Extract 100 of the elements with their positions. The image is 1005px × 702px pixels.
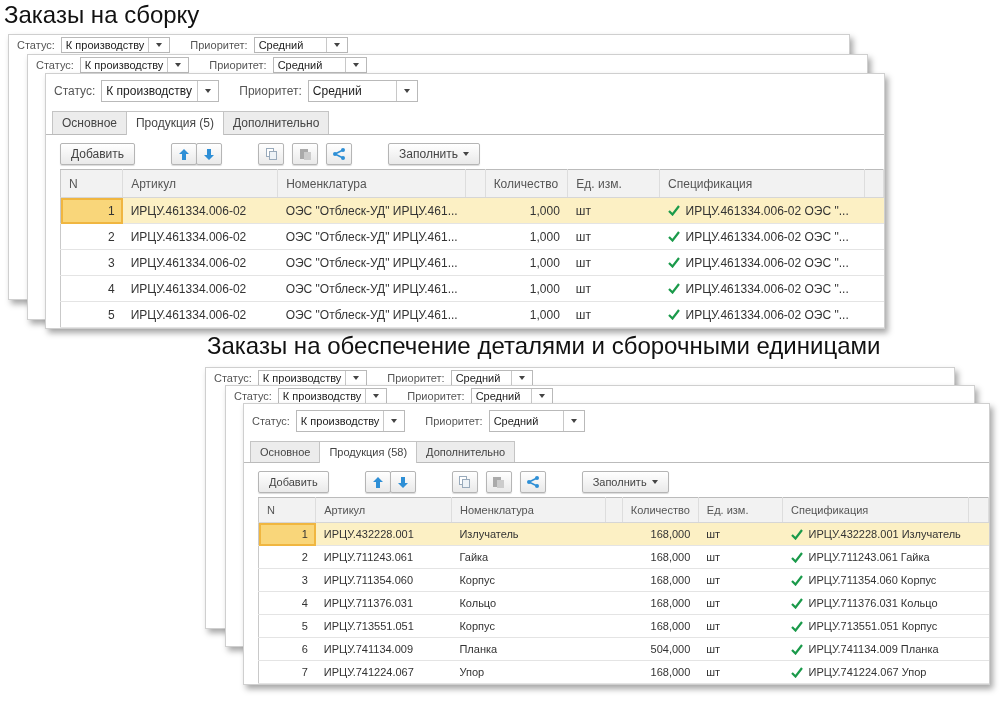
table-cell: Упор: [451, 660, 606, 684]
fill-button[interactable]: Заполнить: [388, 143, 480, 165]
tab[interactable]: Основное: [250, 441, 321, 462]
column-header[interactable]: Количество: [622, 497, 699, 523]
table-cell: ИРЦУ.461334.006-02 ОЭС "...: [685, 229, 849, 244]
table-cell: Корпус: [451, 568, 606, 592]
table-cell: ИРЦУ.713551.051 Корпус: [808, 620, 938, 632]
column-header[interactable]: Артикул: [315, 497, 452, 523]
table-cell: ИРЦУ.711243.061 Гайка: [808, 551, 930, 563]
dropdown-field[interactable]: Средний: [450, 369, 533, 386]
table-cell: ОЭС "Отблеск-УД" ИРЦУ.461...: [277, 197, 466, 224]
table-cell: 168,000: [622, 591, 699, 615]
tab[interactable]: Продукция (58): [319, 441, 418, 463]
dropdown-field[interactable]: К производству: [101, 80, 220, 102]
table-cell: ИРЦУ.461334.006-02: [122, 249, 278, 276]
table-cell: 7: [258, 660, 316, 684]
table-cell: шт: [698, 522, 783, 546]
table-row[interactable]: 2 ИРЦУ.461334.006-02 ОЭС "Отблеск-УД" ИРЦУ.461... 1,000 шт ИРЦУ.461334.006-02 ОЭС "...: [60, 223, 884, 250]
fill-button[interactable]: Заполнить: [581, 471, 669, 493]
table-cell: 168,000: [622, 614, 699, 638]
column-header[interactable]: Спецификация: [659, 169, 864, 198]
column-header[interactable]: N: [258, 497, 316, 523]
table-row[interactable]: 1 ИРЦУ.432228.001 Излучатель 168,000 шт ИРЦУ.432228.001 Излучатель: [258, 522, 989, 546]
table-row[interactable]: 1 ИРЦУ.461334.006-02 ОЭС "Отблеск-УД" ИРЦУ.461... 1,000 шт ИРЦУ.461334.006-02 ОЭС "...: [60, 197, 884, 224]
move-down-button[interactable]: [196, 143, 223, 165]
table-cell: 4: [60, 275, 123, 302]
table-cell: шт: [698, 637, 783, 661]
dropdown-field[interactable]: Средний: [272, 56, 367, 73]
move-up-button[interactable]: [171, 143, 198, 165]
tab[interactable]: Продукция (5): [126, 111, 225, 135]
copy-button[interactable]: [258, 143, 285, 165]
caret-icon: [391, 419, 398, 423]
section-title: Заказы на сборку: [4, 0, 200, 30]
table-row[interactable]: 3 ИРЦУ.711354.060 Корпус 168,000 шт ИРЦУ.711354.060 Корпус: [258, 568, 989, 592]
dropdown-field[interactable]: К производству: [295, 410, 406, 432]
column-header[interactable]: Артикул: [122, 169, 278, 198]
table-row[interactable]: 4 ИРЦУ.461334.006-02 ОЭС "Отблеск-УД" ИРЦУ.461... 1,000 шт ИРЦУ.461334.006-02 ОЭС "...: [60, 275, 884, 302]
priority-label: Приоритет:: [425, 415, 483, 427]
table-cell: Кольцо: [451, 591, 606, 615]
column-header[interactable]: Количество: [485, 169, 568, 198]
add-button[interactable]: Добавить: [60, 143, 136, 165]
caret-icon: [333, 42, 340, 47]
table-row[interactable]: 5 ИРЦУ.461334.006-02 ОЭС "Отблеск-УД" ИРЦУ.461... 1,000 шт ИРЦУ.461334.006-02 ОЭС "...: [60, 301, 884, 328]
paste-button[interactable]: [485, 471, 512, 493]
table-cell: шт: [567, 301, 660, 328]
paste-button[interactable]: [292, 143, 319, 165]
tab[interactable]: Основное: [52, 111, 127, 134]
column-header[interactable]: Ед. изм.: [698, 497, 783, 523]
column-header[interactable]: Номенклатура: [451, 497, 606, 523]
move-down-button[interactable]: [389, 471, 416, 493]
table-row[interactable]: 5 ИРЦУ.713551.051 Корпус 168,000 шт ИРЦУ.713551.051 Корпус: [258, 614, 989, 638]
table-cell: ИРЦУ.461334.006-02: [122, 301, 278, 328]
table-cell: шт: [567, 275, 660, 302]
caret-icon: [353, 375, 360, 380]
table-row[interactable]: 3 ИРЦУ.461334.006-02 ОЭС "Отблеск-УД" ИРЦУ.461... 1,000 шт ИРЦУ.461334.006-02 ОЭС "...: [60, 249, 884, 276]
table-cell: ИРЦУ.711243.061: [315, 545, 452, 569]
dropdown-field[interactable]: Средний: [253, 36, 348, 53]
column-header[interactable]: Номенклатура: [277, 169, 466, 198]
share-button[interactable]: [326, 143, 353, 165]
table-row[interactable]: 7 ИРЦУ.741224.067 Упор 168,000 шт ИРЦУ.741224.067 Упор: [258, 660, 989, 684]
column-header[interactable]: Спецификация: [782, 497, 969, 523]
table-cell: Корпус: [451, 614, 606, 638]
arrow-up-icon: [179, 148, 190, 160]
status-label: Статус:: [17, 38, 55, 51]
dropdown-field[interactable]: К производству: [79, 56, 190, 73]
copy-icon: [265, 148, 277, 160]
caret-icon: [538, 393, 545, 398]
arrow-down-icon: [397, 476, 408, 488]
dropdown-field[interactable]: Средний: [307, 80, 418, 102]
table-cell: 504,000: [622, 637, 699, 661]
move-up-button[interactable]: [364, 471, 391, 493]
table-row[interactable]: 6 ИРЦУ.741134.009 Планка 504,000 шт ИРЦУ.741134.009 Планка: [258, 637, 989, 661]
tab[interactable]: Дополнительно: [416, 441, 516, 462]
table-cell: ОЭС "Отблеск-УД" ИРЦУ.461...: [277, 223, 466, 250]
caret-icon: [352, 62, 359, 67]
table-cell: шт: [698, 591, 783, 615]
table-cell: ИРЦУ.432228.001: [315, 522, 452, 546]
table-row[interactable]: 4 ИРЦУ.711376.031 Кольцо 168,000 шт ИРЦУ.711376.031 Кольцо: [258, 591, 989, 615]
table-cell: ОЭС "Отблеск-УД" ИРЦУ.461...: [277, 301, 466, 328]
status-label: Статус:: [252, 415, 290, 427]
table-cell: Планка: [451, 637, 606, 661]
add-button[interactable]: Добавить: [258, 471, 329, 493]
dropdown-field[interactable]: К производству: [60, 36, 171, 53]
table-cell: ИРЦУ.711376.031: [315, 591, 452, 615]
copy-button[interactable]: [451, 471, 478, 493]
share-button[interactable]: [519, 471, 546, 493]
table-cell: 1,000: [485, 223, 568, 250]
table-cell: 1: [258, 522, 316, 546]
table-row[interactable]: 2 ИРЦУ.711243.061 Гайка 168,000 шт ИРЦУ.711243.061 Гайка: [258, 545, 989, 569]
table-cell: ИРЦУ.461334.006-02: [122, 197, 278, 224]
dropdown-field[interactable]: Средний: [488, 410, 585, 432]
column-header[interactable]: Ед. изм.: [567, 169, 660, 198]
tab[interactable]: Дополнительно: [223, 111, 330, 134]
dropdown-field[interactable]: К производству: [277, 387, 388, 404]
table-cell: ИРЦУ.432228.001 Излучатель: [808, 528, 961, 540]
status-label: Статус:: [36, 58, 74, 71]
column-header[interactable]: N: [60, 169, 123, 198]
dropdown-field[interactable]: Средний: [470, 387, 553, 404]
dropdown-field[interactable]: К производству: [257, 369, 368, 386]
caret-icon: [403, 89, 410, 93]
